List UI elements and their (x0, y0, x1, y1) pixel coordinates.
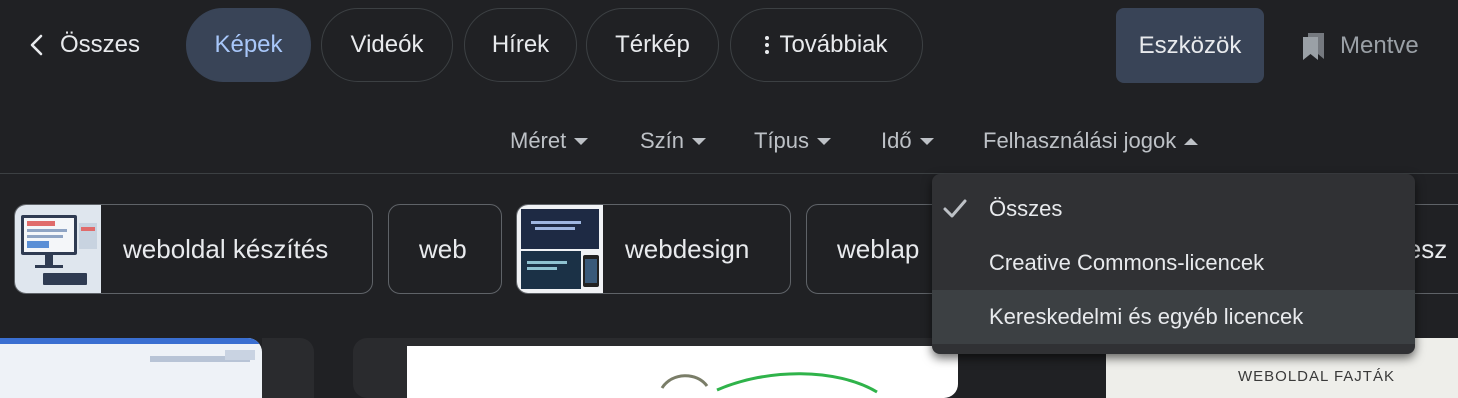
filter-size[interactable]: Méret (510, 126, 589, 156)
filter-type[interactable]: Típus (754, 126, 832, 156)
caret-down-icon (919, 137, 934, 145)
filter-type-label: Típus (754, 128, 810, 153)
tab-videos[interactable]: Videók (321, 8, 453, 82)
menu-item-all[interactable]: Összes (932, 182, 1415, 236)
filter-usage-rights[interactable]: Felhasználási jogok (983, 126, 1199, 156)
tools-label: Eszközök (1138, 31, 1242, 59)
checkmark-icon (943, 199, 967, 218)
menu-item-label: Összes (989, 196, 1063, 221)
chip-thumbnail (15, 205, 101, 293)
caret-down-icon (817, 137, 832, 145)
chip-web[interactable]: web (388, 204, 502, 294)
tools-button[interactable]: Eszközök (1116, 8, 1264, 83)
tab-more-label: Továbbiak (779, 31, 888, 58)
menu-item-label: Kereskedelmi és egyéb licencek (989, 304, 1304, 329)
result-image[interactable] (353, 338, 958, 398)
image-content (225, 350, 255, 360)
filter-time-label: Idő (881, 128, 912, 153)
saved-label: Mentve (1340, 32, 1419, 59)
image-content (0, 338, 262, 344)
caret-up-icon (1184, 137, 1199, 145)
tab-news-label: Hírek (491, 31, 550, 58)
tab-more[interactable]: Továbbiak (730, 8, 923, 82)
tab-images[interactable]: Képek (186, 8, 311, 82)
image-content (660, 372, 878, 394)
chip-label: web (419, 233, 467, 264)
image-content (407, 346, 958, 398)
tab-videos-label: Videók (350, 31, 424, 58)
filter-color[interactable]: Szín (640, 126, 707, 156)
tab-news[interactable]: Hírek (464, 8, 577, 82)
chip-weboldal-keszites[interactable]: weboldal készítés (14, 204, 373, 294)
chip-label: weblap (837, 233, 920, 264)
back-label: Összes (60, 31, 141, 58)
chip-webdesign[interactable]: webdesign (516, 204, 791, 294)
caret-down-icon (692, 137, 707, 145)
chevron-left-icon (30, 34, 43, 56)
filter-usage-rights-label: Felhasználási jogok (983, 128, 1177, 153)
result-image[interactable] (0, 338, 262, 398)
caret-down-icon (574, 137, 589, 145)
saved-button[interactable]: Mentve (1300, 30, 1419, 62)
image-caption: WEBOLDAL FAJTÁK (1238, 368, 1395, 385)
tab-maps-label: Térkép (615, 31, 690, 58)
usage-rights-menu: Összes Creative Commons-licencek Kereske… (932, 174, 1415, 354)
menu-item-creative-commons[interactable]: Creative Commons-licencek (932, 236, 1415, 290)
result-placeholder (262, 338, 314, 398)
filter-size-label: Méret (510, 128, 567, 153)
filter-color-label: Szín (640, 128, 685, 153)
filter-time[interactable]: Idő (881, 126, 934, 156)
chip-label: webdesign (625, 233, 750, 264)
menu-item-commercial[interactable]: Kereskedelmi és egyéb licencek (932, 290, 1415, 344)
more-vert-icon (765, 36, 770, 54)
menu-item-label: Creative Commons-licencek (989, 250, 1265, 275)
bookmark-icon (1303, 33, 1324, 60)
back-all-button[interactable]: Összes (28, 28, 140, 62)
tab-images-label: Képek (214, 31, 283, 58)
tab-maps[interactable]: Térkép (586, 8, 719, 82)
chip-label: weboldal készítés (123, 233, 329, 264)
chip-thumbnail (517, 205, 603, 293)
